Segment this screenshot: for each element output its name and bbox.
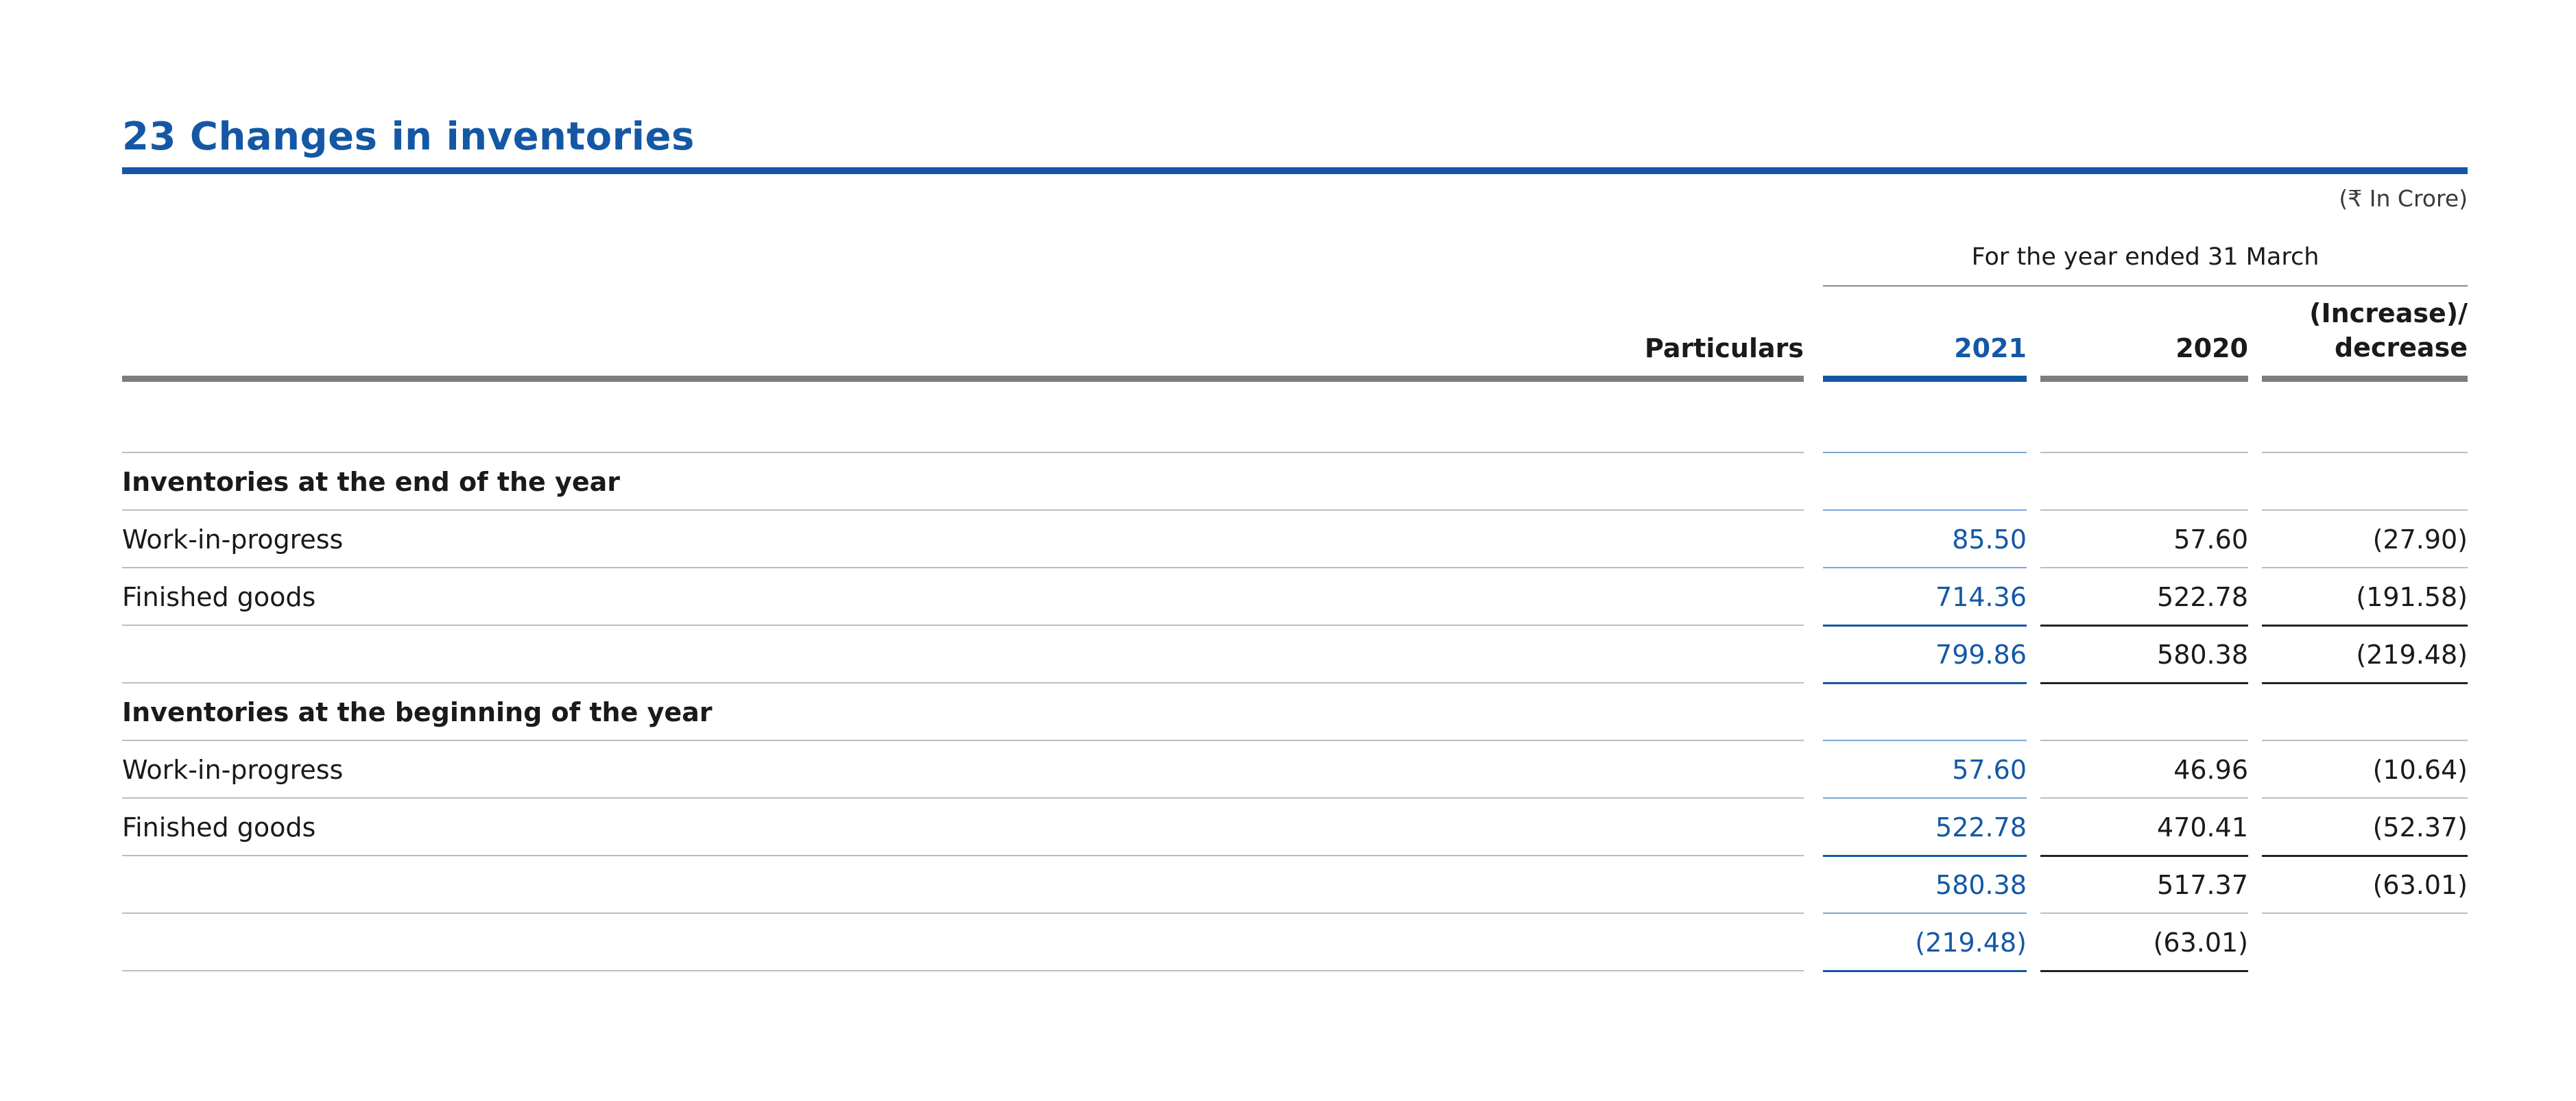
column-header-change-text: (Increase)/ decrease xyxy=(2309,298,2468,363)
value-change: (219.48) xyxy=(2356,640,2468,670)
value-2021 xyxy=(1823,453,2027,511)
value-2020: 517.37 xyxy=(2157,870,2248,900)
value-change xyxy=(2262,683,2468,741)
header-rule-2020 xyxy=(2040,376,2248,382)
page: 23 Changes in inventories (₹ In Crore) F… xyxy=(122,0,2468,1101)
section-title: 23 Changes in inventories xyxy=(122,114,695,159)
table-row: Finished goods 714.36 522.78 (191.58) xyxy=(122,568,2468,626)
table-row: 799.86 580.38 (219.48) xyxy=(122,626,2468,683)
header-rule-2021 xyxy=(1823,376,2027,382)
value-change: (191.58) xyxy=(2356,582,2468,612)
table-row: (219.48) (63.01) xyxy=(122,914,2468,971)
header-rule-change xyxy=(2262,376,2468,382)
value-2020: 522.78 xyxy=(2157,582,2248,612)
row-label: Inventories at the beginning of the year xyxy=(122,697,713,727)
value-change: (10.64) xyxy=(2372,755,2468,785)
period-header: For the year ended 31 March xyxy=(1971,243,2319,271)
row-label: Work-in-progress xyxy=(122,755,344,785)
value-change: (52.37) xyxy=(2372,812,2468,843)
value-2020: 470.41 xyxy=(2157,812,2248,843)
column-header-2021: 2021 xyxy=(1954,333,2027,363)
period-header-rule xyxy=(1823,285,2468,287)
value-2021 xyxy=(1823,396,2027,453)
value-2021: 580.38 xyxy=(1935,870,2027,900)
value-change xyxy=(2262,914,2468,971)
value-2021: 85.50 xyxy=(1952,524,2027,555)
value-2021: 57.60 xyxy=(1952,755,2027,785)
value-2021: 714.36 xyxy=(1935,582,2027,612)
table-row: Work-in-progress 57.60 46.96 (10.64) xyxy=(122,741,2468,799)
column-header-change-line1: (Increase)/ xyxy=(2309,298,2468,328)
value-2020: (63.01) xyxy=(2153,928,2248,958)
row-divider xyxy=(1823,970,2027,972)
value-2021: (219.48) xyxy=(1915,928,2027,958)
value-2020 xyxy=(2040,683,2248,741)
row-divider xyxy=(122,970,1804,971)
currency-unit-note: (₹ In Crore) xyxy=(2339,185,2468,212)
row-label: Finished goods xyxy=(122,812,316,843)
column-header-change: (Increase)/ decrease xyxy=(2262,296,2468,365)
table-row: 580.38 517.37 (63.01) xyxy=(122,856,2468,914)
row-label: Inventories at the end of the year xyxy=(122,467,620,497)
value-change: (27.90) xyxy=(2372,524,2468,555)
value-change xyxy=(2262,453,2468,511)
row-label xyxy=(122,626,1804,683)
header-rule-particulars xyxy=(122,376,1804,382)
value-2020: 46.96 xyxy=(2173,755,2248,785)
row-label: Finished goods xyxy=(122,582,316,612)
value-2021: 522.78 xyxy=(1935,812,2027,843)
title-underline xyxy=(122,167,2468,174)
value-2020 xyxy=(2040,396,2248,453)
column-header-change-line2: decrease xyxy=(2334,332,2468,363)
table-row: Inventories at the end of the year xyxy=(122,453,2468,511)
table-row: Inventories at the beginning of the year xyxy=(122,683,2468,741)
row-label xyxy=(122,856,1804,914)
value-2021: 799.86 xyxy=(1935,640,2027,670)
value-2020 xyxy=(2040,453,2248,511)
value-change: (63.01) xyxy=(2372,870,2468,900)
row-divider xyxy=(2040,970,2248,972)
value-2021 xyxy=(1823,683,2027,741)
table-row xyxy=(122,396,2468,453)
row-label xyxy=(122,396,1804,453)
row-label: Work-in-progress xyxy=(122,524,344,555)
column-header-2020: 2020 xyxy=(2175,333,2248,363)
row-label xyxy=(122,914,1804,971)
value-change xyxy=(2262,396,2468,453)
value-2020: 580.38 xyxy=(2157,640,2248,670)
value-2020: 57.60 xyxy=(2173,524,2248,555)
table-row: Finished goods 522.78 470.41 (52.37) xyxy=(122,799,2468,856)
table-row: Work-in-progress 85.50 57.60 (27.90) xyxy=(122,511,2468,568)
column-header-particulars: Particulars xyxy=(1644,333,1804,363)
